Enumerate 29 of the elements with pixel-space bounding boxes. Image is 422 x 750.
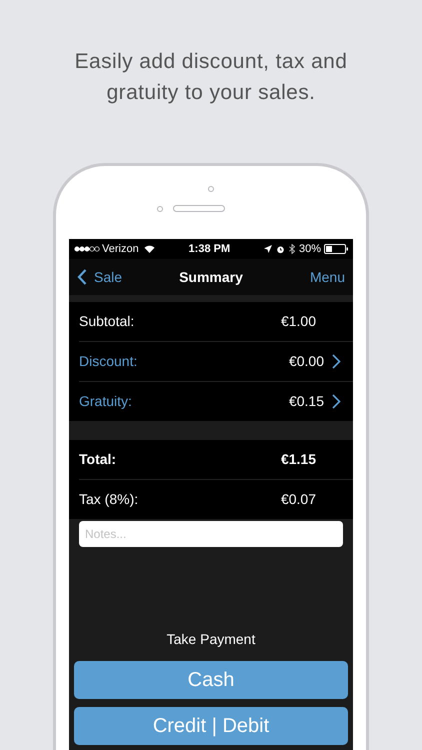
row-value: €0.00 (288, 352, 324, 371)
payment-title: Take Payment (166, 630, 256, 649)
row-value: €0.15 (288, 392, 324, 411)
menu-button[interactable]: Menu (265, 266, 345, 288)
speaker-slot (173, 205, 225, 212)
location-icon (264, 245, 272, 253)
row-label: Subtotal: (79, 312, 134, 331)
back-chevron-icon (77, 269, 87, 285)
battery-icon (324, 244, 348, 254)
row-value: €0.07 (280, 490, 316, 509)
screen-title: Summary (178, 268, 244, 287)
bluetooth-icon (288, 244, 295, 254)
status-time: 1:38 PM (188, 242, 230, 257)
chevron-icon (332, 394, 341, 409)
signal-icon (74, 246, 100, 252)
row-label: Total: (79, 450, 116, 469)
battery-percent: 30% (298, 242, 321, 257)
notes-field[interactable]: Notes... (79, 521, 343, 547)
row-label: Tax (8%): (79, 490, 138, 509)
row-value: €1.15 (280, 450, 316, 469)
alarm-icon (276, 244, 285, 254)
row-value: €1.00 (280, 312, 316, 331)
row-label: Gratuity: (79, 392, 132, 411)
headline: Easily add discount, tax and gratuity to your sales. (74, 49, 348, 106)
carrier-name: Verizon (102, 242, 139, 257)
wifi-icon (144, 245, 155, 253)
chevron-icon (332, 354, 341, 369)
row-label: Discount: (79, 352, 138, 371)
back-button[interactable]: Sale (77, 266, 157, 288)
